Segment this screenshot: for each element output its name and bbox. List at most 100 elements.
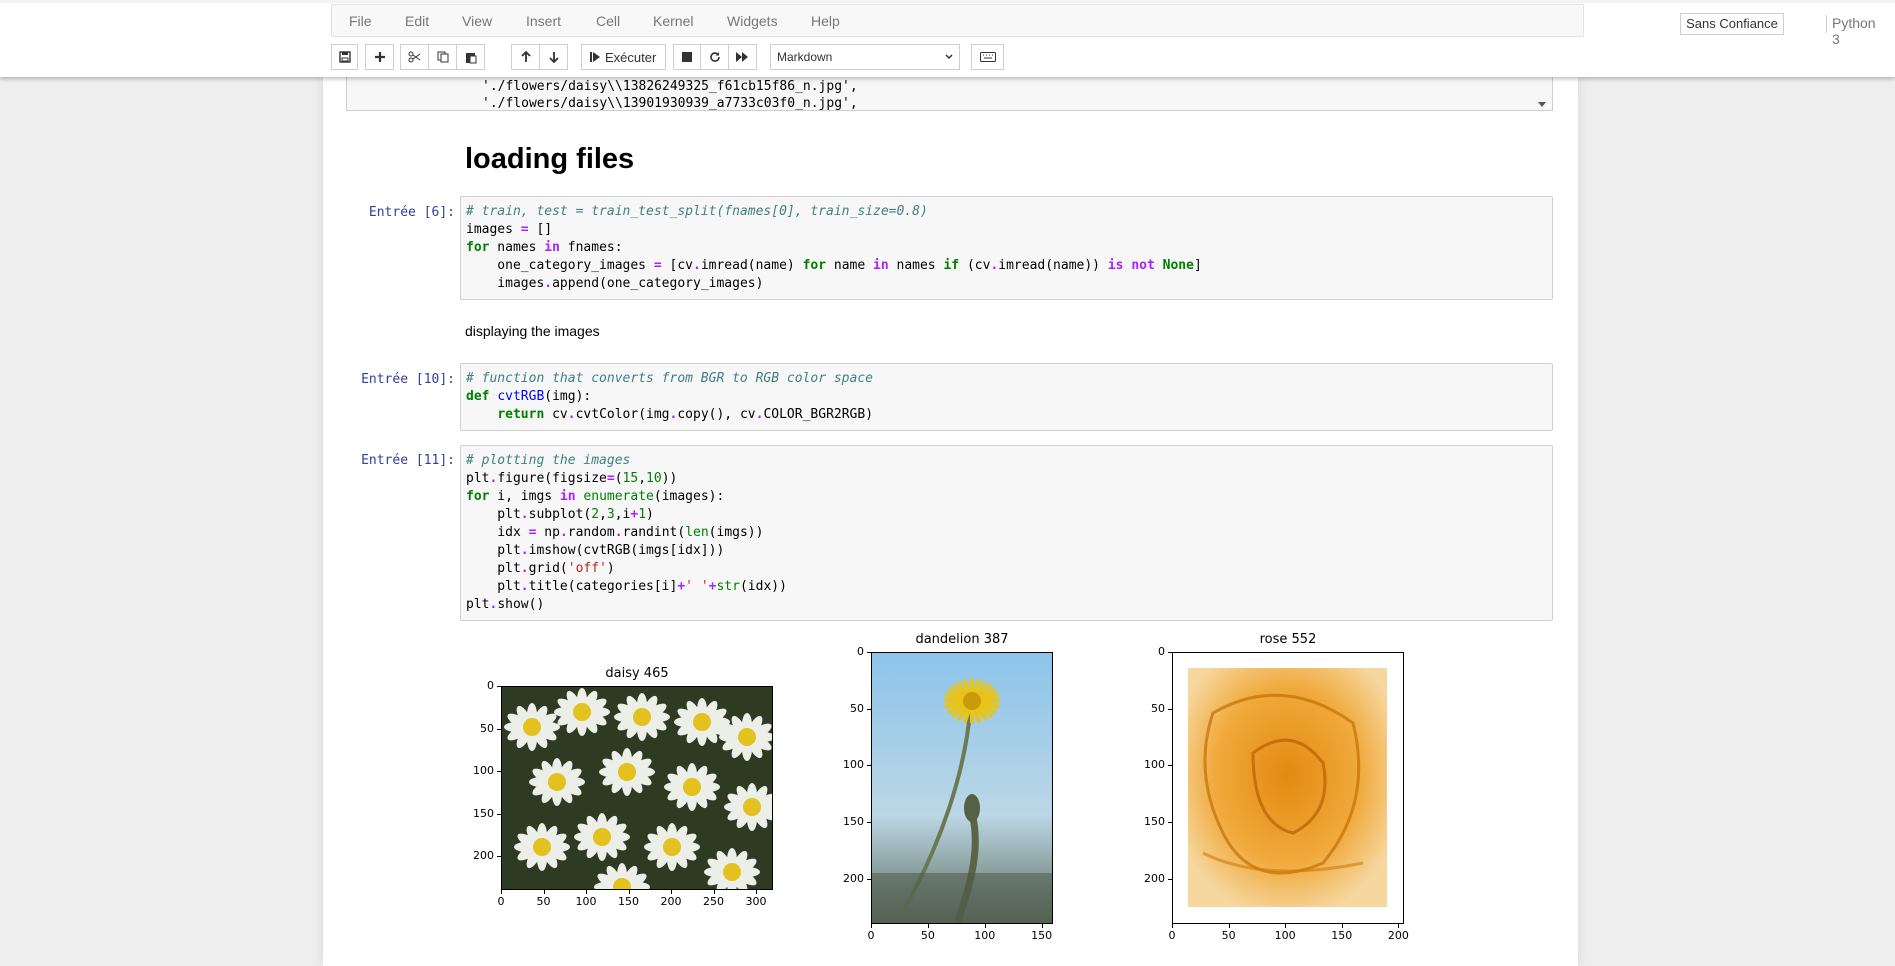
x-tick-mark [1041, 924, 1043, 928]
x-tick-label: 150 [1031, 929, 1053, 942]
y-tick-mark [867, 708, 871, 710]
x-tick-mark [1398, 924, 1400, 928]
menu-help[interactable]: Help [811, 13, 840, 29]
arrow-up-icon [520, 51, 531, 62]
x-tick-mark [927, 924, 929, 928]
y-tick-label: 0 [857, 645, 864, 658]
y-tick-mark [1168, 822, 1172, 823]
copy-button[interactable] [428, 44, 457, 70]
kernel-separator [1826, 15, 1827, 33]
cell-type-value: Markdown [777, 50, 833, 64]
cell-type-select[interactable]: Markdown [770, 44, 960, 70]
x-tick-label: 200 [660, 895, 682, 908]
x-tick-mark [756, 890, 757, 894]
markdown-paragraph: displaying the images [465, 323, 600, 339]
interrupt-button[interactable] [673, 44, 701, 70]
output-line: './flowers/daisy\\13826249325_f61cb15f86… [482, 79, 858, 94]
subplot-axes [501, 686, 773, 890]
y-tick-label: 0 [487, 679, 494, 692]
command-palette-button[interactable] [971, 44, 1004, 70]
y-tick-label: 150 [843, 815, 864, 828]
kernel-name: Python 3 [1832, 15, 1876, 47]
x-tick-label: 0 [1168, 929, 1176, 942]
y-tick-mark [1168, 708, 1172, 710]
y-tick-mark [1168, 652, 1172, 653]
menu-kernel[interactable]: Kernel [653, 13, 693, 29]
restart-run-all-button[interactable] [728, 44, 757, 70]
subplot-axes [871, 652, 1053, 924]
run-label: Exécuter [605, 49, 657, 65]
rose-image [1173, 653, 1403, 923]
y-tick-label: 200 [1144, 871, 1165, 885]
x-tick-label: 100 [575, 895, 597, 908]
y-tick-label: 50 [850, 701, 864, 715]
save-icon [338, 51, 351, 63]
move-down-button[interactable] [539, 44, 568, 70]
cell-prompt: Entrée [10]: [361, 372, 455, 387]
keyboard-icon [979, 52, 996, 62]
refresh-icon [709, 52, 720, 62]
scroll-down-arrow-icon[interactable] [1538, 102, 1546, 107]
code-cell-input[interactable]: # function that converts from BGR to RGB… [460, 363, 1553, 431]
copy-icon [437, 51, 448, 63]
y-tick-label: 50 [1151, 701, 1165, 715]
output-text: './flowers/daisy\\13826249325_f61cb15f86… [482, 78, 858, 111]
y-tick-label: 200 [473, 849, 494, 862]
scrolled-output[interactable]: './flowers/daisy\\13826249325_f61cb15f86… [346, 77, 1553, 111]
x-tick-mark [1228, 924, 1230, 928]
x-tick-mark [1172, 924, 1173, 928]
menu-widgets[interactable]: Widgets [727, 13, 778, 29]
menu-bar: File Edit View Insert Cell Kernel Widget… [331, 4, 1876, 47]
x-tick-label: 300 [745, 895, 767, 908]
move-up-button[interactable] [511, 44, 540, 70]
x-tick-label: 50 [1221, 929, 1236, 942]
x-tick-mark [628, 890, 630, 894]
y-tick-mark [1168, 878, 1172, 880]
y-tick-mark [497, 686, 501, 687]
x-tick-mark [671, 890, 672, 894]
x-tick-mark [586, 890, 587, 894]
menu-view[interactable]: View [462, 13, 492, 29]
x-tick-mark [713, 890, 715, 894]
subplot-title: dandelion 387 [915, 632, 1009, 647]
cut-button[interactable] [400, 44, 429, 70]
output-line: './flowers/daisy\\13901930939_a7733c03f0… [482, 96, 858, 111]
dandelion-image [872, 653, 1052, 923]
code-cell-input[interactable]: # plotting the images plt.figure(figsize… [460, 445, 1553, 621]
arrow-down-icon [548, 52, 559, 63]
save-button[interactable] [331, 44, 358, 70]
menu-file[interactable]: File [349, 13, 372, 29]
trust-button[interactable]: Sans Confiance [1680, 13, 1784, 35]
run-button[interactable]: Exécuter [581, 44, 666, 70]
subplot-axes [1172, 652, 1404, 924]
y-tick-label: 200 [843, 871, 864, 885]
step-forward-icon [590, 52, 600, 62]
daisy-image [502, 687, 772, 889]
x-tick-mark [543, 890, 545, 894]
menu-insert[interactable]: Insert [526, 13, 561, 29]
paste-button[interactable] [456, 44, 485, 70]
insert-cell-button[interactable] [365, 44, 394, 70]
y-tick-mark [497, 813, 501, 815]
markdown-heading: loading files [465, 143, 635, 175]
y-tick-mark [867, 765, 871, 767]
x-tick-label: 150 [618, 895, 639, 908]
chevron-down-icon [945, 54, 953, 60]
paste-icon [465, 52, 476, 63]
y-tick-mark [867, 878, 871, 880]
y-tick-mark [867, 822, 871, 823]
x-tick-label: 200 [1387, 929, 1409, 942]
code-text: # function that converts from BGR to RGB… [466, 371, 874, 422]
code-text: # plotting the images plt.figure(figsize… [466, 453, 787, 612]
x-tick-label: 100 [1274, 929, 1296, 942]
y-tick-mark [867, 652, 871, 653]
y-tick-label: 100 [1144, 758, 1165, 772]
restart-button[interactable] [700, 44, 729, 70]
cell-prompt: Entrée [11]: [361, 453, 455, 468]
menu-edit[interactable]: Edit [405, 13, 429, 29]
notebook-header: File Edit View Insert Cell Kernel Widget… [0, 0, 1895, 77]
x-tick-mark [1341, 924, 1343, 928]
code-cell-input[interactable]: # train, test = train_test_split(fnames[… [460, 196, 1553, 300]
x-tick-label: 50 [920, 929, 935, 942]
menu-cell[interactable]: Cell [596, 13, 620, 29]
